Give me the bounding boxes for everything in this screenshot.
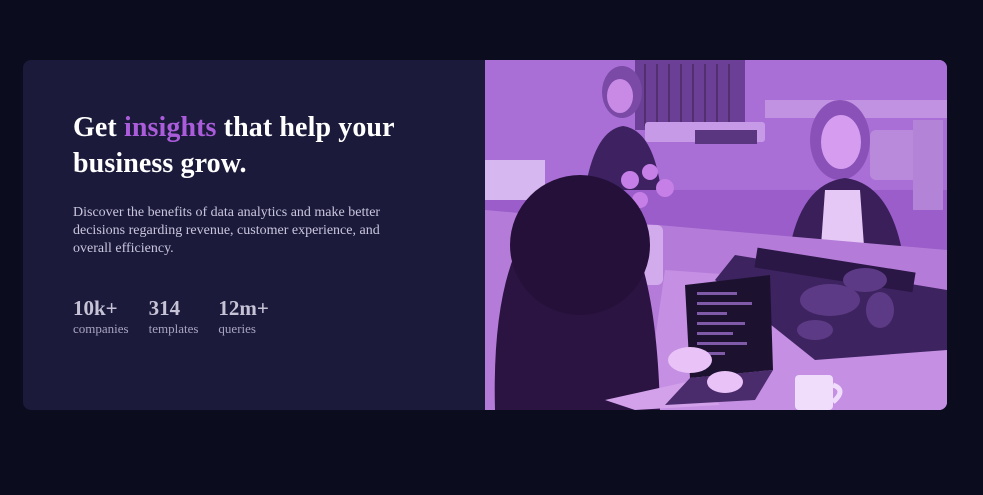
stat-companies: 10k+ companies [73, 296, 129, 337]
stat-templates: 314 templates [149, 296, 199, 337]
stat-value: 12m+ [218, 296, 269, 320]
headline-accent: insights [123, 112, 217, 143]
hero-description: Discover the benefits of data analytics … [73, 205, 381, 256]
stat-value: 10k+ [73, 296, 118, 320]
hero-image [485, 60, 947, 410]
stat-label: companies [73, 321, 129, 336]
hero-headline: Get insights that help your business gro… [73, 110, 463, 182]
stat-value: 314 [148, 296, 181, 320]
stats-row: 10k+ companies 314 templates 12m+ querie… [73, 296, 269, 337]
headline-start: Get [73, 112, 124, 143]
hero-card: Get insights that help your business gro… [23, 60, 947, 410]
office-photo-illustration [485, 60, 947, 410]
stat-queries: 12m+ queries [218, 296, 268, 337]
stat-label: templates [148, 321, 199, 336]
stat-label: queries [218, 321, 256, 336]
hero-content: Get insights that help your business gro… [73, 110, 463, 258]
